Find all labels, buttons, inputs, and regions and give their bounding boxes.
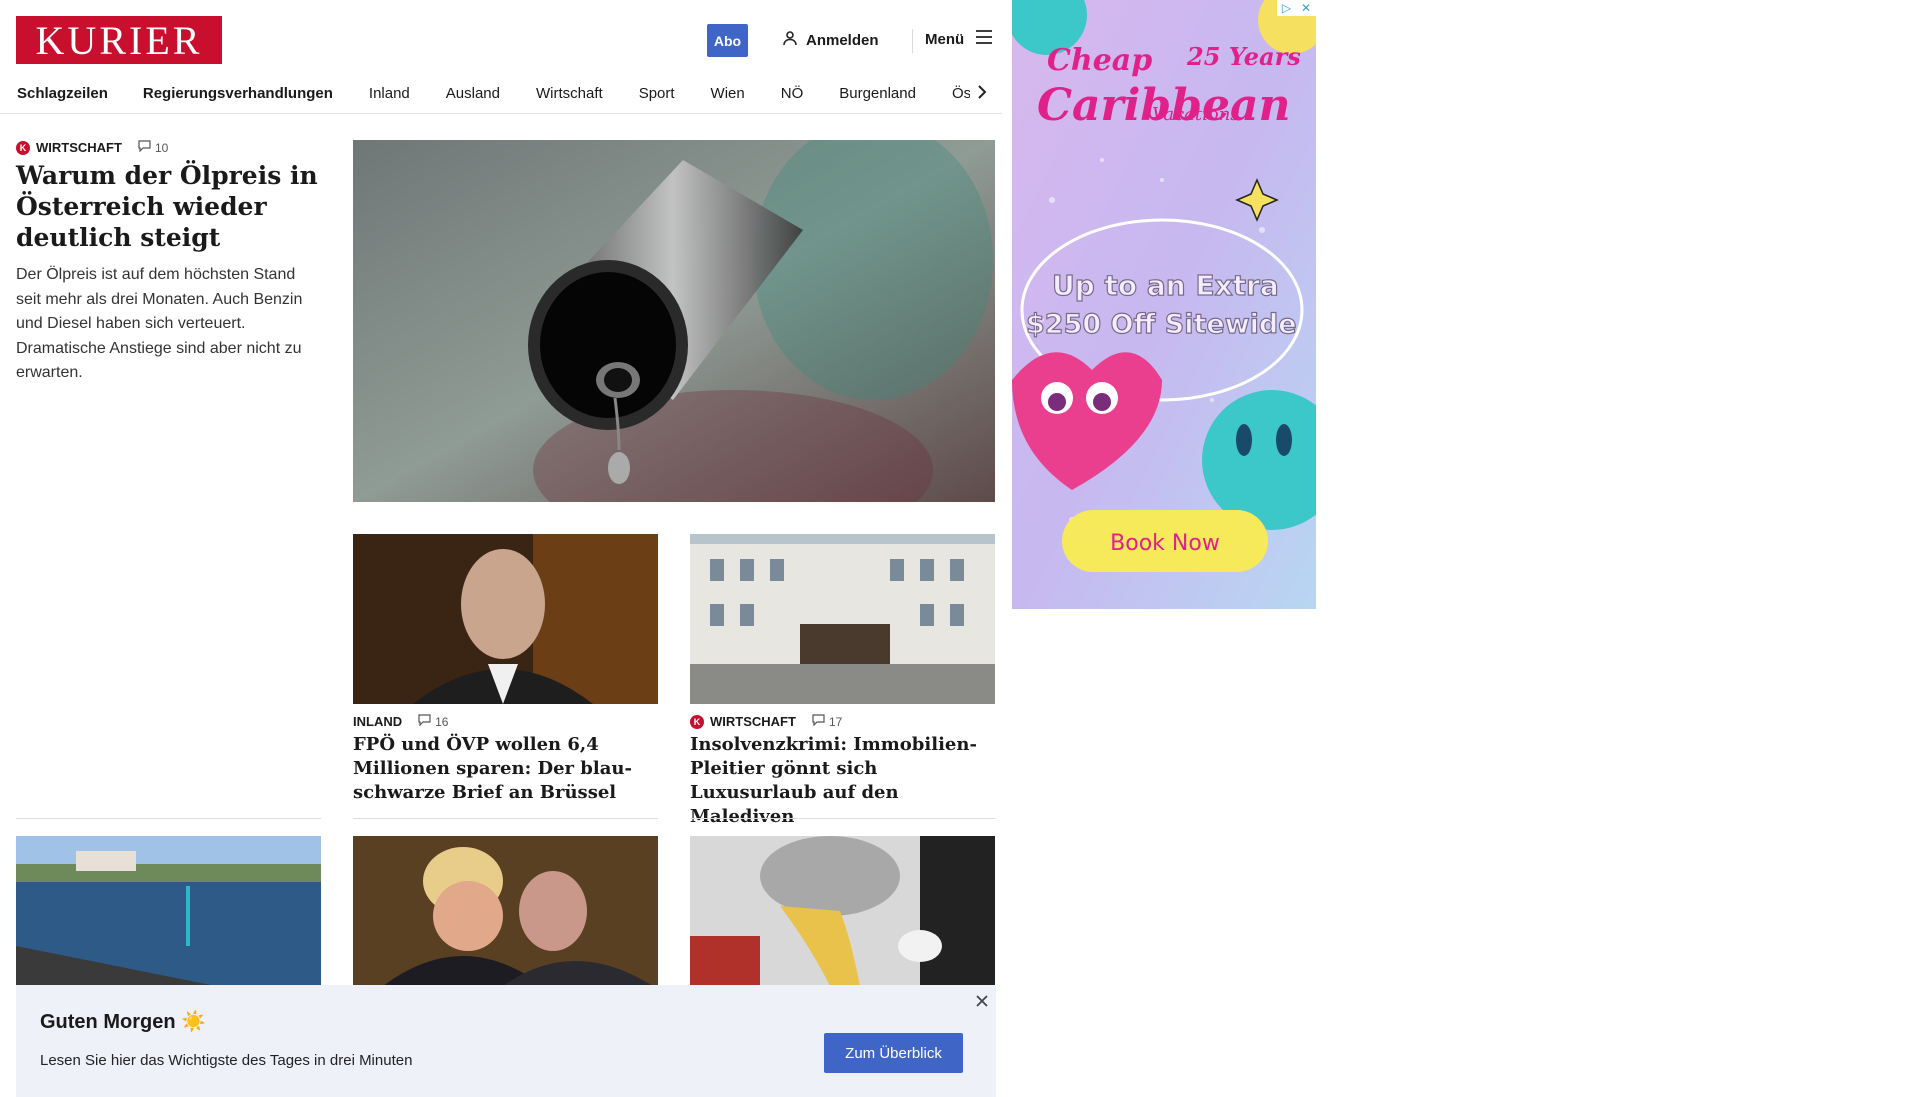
kurier-logo[interactable]: KURIER: [16, 16, 222, 64]
ad-years: 25 Years: [1186, 42, 1301, 71]
zum-ueberblick-button[interactable]: Zum Überblick: [824, 1033, 963, 1073]
ad-headline-vacations: Vacations: [1152, 104, 1240, 125]
nav-border: [0, 113, 1002, 114]
comment-icon: [138, 140, 151, 155]
advertisement-caribbean-vacations[interactable]: Cheap 25 Years Caribbean Vacations Up to…: [1012, 0, 1316, 609]
ad-choices-close[interactable]: ▷ ✕: [1277, 0, 1316, 16]
nav-scroll-right-button[interactable]: [970, 82, 994, 106]
ad-offer-line-2: $250 Off Sitewide: [1026, 309, 1297, 340]
login-button[interactable]: Anmelden: [782, 30, 879, 50]
card-1-category[interactable]: INLAND: [353, 714, 402, 729]
ad-choices-icon[interactable]: ▷: [1282, 1, 1291, 15]
kurier-k-icon: K: [690, 714, 704, 729]
card-image-trump-bannon[interactable]: [353, 836, 658, 986]
card-1-title[interactable]: FPÖ und ÖVP wollen 6,4 Millionen sparen:…: [353, 733, 658, 805]
nav-item-schlagzeilen[interactable]: Schlagzeilen: [17, 85, 108, 102]
lead-article-image-oil-tap[interactable]: [353, 140, 995, 502]
abo-button[interactable]: Abo: [707, 24, 748, 57]
close-icon: [975, 994, 989, 1013]
main-navigation: Schlagzeilen Regierungsverhandlungen Inl…: [0, 74, 1002, 114]
card-image-building[interactable]: [690, 534, 995, 704]
lead-article-teaser[interactable]: Der Ölpreis ist auf dem höchsten Stand s…: [16, 263, 316, 386]
lead-category[interactable]: WIRTSCHAFT: [36, 140, 122, 155]
header-divider: [912, 29, 913, 53]
divider: [690, 818, 995, 819]
menu-button[interactable]: Menü: [925, 30, 993, 48]
card-2-title[interactable]: Insolvenzkrimi: Immobilien-Plei­tier gön…: [690, 733, 995, 829]
nav-item-wirtschaft[interactable]: Wirtschaft: [536, 85, 603, 102]
login-label: Anmelden: [806, 31, 879, 49]
nav-item-burgenland[interactable]: Burgenland: [839, 85, 916, 102]
ad-book-now-button[interactable]: Book Now: [1110, 531, 1220, 556]
lead-article-title[interactable]: Warum der Ölpreis in Ös­terreich wieder …: [16, 160, 321, 253]
morning-briefing-banner: Guten Morgen ☀️ Lesen Sie hier das Wicht…: [16, 985, 996, 1097]
card-image-politician[interactable]: [353, 534, 658, 704]
lead-comment-count: 10: [154, 140, 169, 155]
chevron-right-icon: [977, 84, 987, 105]
banner-text: Lesen Sie hier das Wichtigste des Tages …: [40, 1052, 413, 1069]
card-1-comments[interactable]: 16: [418, 714, 448, 729]
card-1-comment-count: 16: [435, 714, 449, 729]
nav-item-sport[interactable]: Sport: [639, 85, 675, 102]
nav-item-wien[interactable]: Wien: [711, 85, 745, 102]
nav-item-ausland[interactable]: Ausland: [446, 85, 500, 102]
lead-comments[interactable]: 10: [138, 140, 168, 155]
card-1-meta: INLAND 16: [353, 714, 448, 729]
nav-item-inland[interactable]: Inland: [369, 85, 410, 102]
card-image-cooking[interactable]: [690, 836, 995, 986]
hamburger-icon: [976, 30, 993, 48]
kurier-k-icon: K: [16, 140, 30, 155]
ad-offer-line-1: Up to an Extra: [1052, 269, 1279, 302]
banner-close-button[interactable]: [972, 993, 992, 1013]
nav-item-noe[interactable]: NÖ: [781, 85, 804, 102]
nav-item-regierungsverhandlungen[interactable]: Regierungsverhandlungen: [143, 85, 333, 102]
user-icon: [782, 30, 798, 50]
divider: [353, 818, 658, 819]
card-2-meta: K WIRTSCHAFT 17: [690, 714, 842, 729]
card-2-comment-count: 17: [828, 714, 843, 729]
banner-title: Guten Morgen ☀️: [40, 1011, 207, 1033]
close-icon[interactable]: ✕: [1301, 1, 1311, 15]
divider: [16, 818, 321, 819]
card-2-comments[interactable]: 17: [812, 714, 842, 729]
comment-icon: [812, 714, 825, 729]
ad-headline-cheap: Cheap: [1047, 43, 1152, 78]
menu-label: Menü: [925, 30, 965, 48]
lead-article-meta: K WIRTSCHAFT 10: [16, 140, 168, 155]
comment-icon: [418, 714, 431, 729]
card-2-category[interactable]: WIRTSCHAFT: [710, 714, 796, 729]
card-image-lake[interactable]: [16, 836, 321, 986]
